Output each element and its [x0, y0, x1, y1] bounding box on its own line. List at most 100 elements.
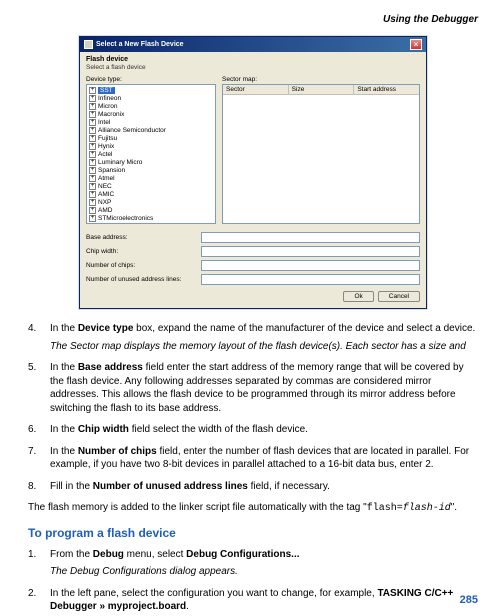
expand-icon[interactable]: +	[89, 95, 96, 102]
unused-lines-input[interactable]	[201, 274, 420, 285]
expand-icon[interactable]: +	[89, 111, 96, 118]
expand-icon[interactable]: +	[89, 135, 96, 142]
tree-item[interactable]: +Luminary Micro	[89, 158, 213, 166]
page-header: Using the Debugger	[28, 14, 478, 25]
chip-width-label: Chip width:	[86, 248, 201, 255]
step-body: In the Device type box, expand the name …	[50, 322, 478, 353]
instruction-step: 5.In the Base address field enter the st…	[28, 361, 478, 415]
tree-item[interactable]: +Macronix	[89, 110, 213, 118]
page-number: 285	[460, 594, 478, 606]
expand-icon[interactable]: +	[89, 119, 96, 126]
tree-item[interactable]: +STMicroelectronics	[89, 214, 213, 222]
unused-lines-label: Number of unused address lines:	[86, 276, 201, 283]
tree-item-label: STMicroelectronics	[98, 215, 153, 222]
step-note: The Sector map displays the memory layou…	[50, 340, 478, 354]
tree-item-label: NXP	[98, 199, 111, 206]
expand-icon[interactable]: +	[89, 207, 96, 214]
flash-tag-paragraph: The flash memory is added to the linker …	[28, 501, 478, 516]
instruction-step: 1.From the Debug menu, select Debug Conf…	[28, 548, 478, 579]
ok-button[interactable]: Ok	[343, 291, 373, 302]
step-number: 4.	[28, 322, 50, 353]
close-icon[interactable]: ×	[410, 39, 422, 50]
expand-icon[interactable]: +	[89, 175, 96, 182]
step-body: In the Chip width field select the width…	[50, 423, 478, 437]
instruction-step: 2.In the left pane, select the configura…	[28, 587, 478, 614]
tree-item-label: Luminary Micro	[98, 159, 142, 166]
expand-icon[interactable]: +	[89, 151, 96, 158]
tree-item[interactable]: +Spansion	[89, 166, 213, 174]
instruction-step: 8.Fill in the Number of unused address l…	[28, 480, 478, 494]
tree-item-label: Alliance Semiconductor	[98, 127, 166, 134]
dialog-title: Select a New Flash Device	[96, 41, 407, 48]
tree-item[interactable]: +AMD	[89, 206, 213, 214]
tree-item[interactable]: +NXP	[89, 198, 213, 206]
step-number: 8.	[28, 480, 50, 494]
expand-icon[interactable]: +	[89, 183, 96, 190]
tree-item-label: Hynix	[98, 143, 114, 150]
expand-icon[interactable]: +	[89, 159, 96, 166]
tree-item-label: Infineon	[98, 95, 121, 102]
expand-icon[interactable]: +	[89, 143, 96, 150]
step-body: In the Base address field enter the star…	[50, 361, 478, 415]
sector-col-size[interactable]: Size	[289, 85, 355, 94]
section-title: Flash device	[86, 56, 420, 63]
num-chips-label: Number of chips:	[86, 262, 201, 269]
base-address-label: Base address:	[86, 234, 201, 241]
instruction-step: 6.In the Chip width field select the wid…	[28, 423, 478, 437]
tree-item[interactable]: +Infineon	[89, 94, 213, 102]
tree-item-label: NEC	[98, 183, 112, 190]
step-body: In the left pane, select the configurati…	[50, 587, 478, 614]
expand-icon[interactable]: +	[89, 199, 96, 206]
device-type-tree[interactable]: +SST+Infineon+Micron+Macronix+Intel+Alli…	[86, 84, 216, 224]
cancel-button[interactable]: Cancel	[378, 291, 420, 302]
expand-icon[interactable]: +	[89, 87, 96, 94]
step-body: From the Debug menu, select Debug Config…	[50, 548, 478, 579]
expand-icon[interactable]: +	[89, 127, 96, 134]
instruction-step: 4.In the Device type box, expand the nam…	[28, 322, 478, 353]
tree-item[interactable]: +AMIC	[89, 190, 213, 198]
sector-col-start[interactable]: Start address	[354, 85, 419, 94]
tree-item-label: Actel	[98, 151, 112, 158]
tree-item-label: Spansion	[98, 167, 125, 174]
sector-map-label: Sector map:	[222, 76, 420, 83]
heading-program-flash: To program a flash device	[28, 526, 478, 540]
tree-item[interactable]: +Fujitsu	[89, 134, 213, 142]
expand-icon[interactable]: +	[89, 103, 96, 110]
app-icon	[84, 40, 93, 49]
step-number: 5.	[28, 361, 50, 415]
step-number: 6.	[28, 423, 50, 437]
tree-item[interactable]: +SST	[89, 86, 213, 94]
step-note: The Debug Configurations dialog appears.	[50, 565, 478, 579]
expand-icon[interactable]: +	[89, 167, 96, 174]
tree-item[interactable]: +Actel	[89, 150, 213, 158]
step-number: 1.	[28, 548, 50, 579]
tree-item[interactable]: +Micron	[89, 102, 213, 110]
tree-item[interactable]: +Intel	[89, 118, 213, 126]
step-body: In the Number of chips field, enter the …	[50, 445, 478, 472]
base-address-input[interactable]	[201, 232, 420, 243]
tree-item-label: Atmel	[98, 175, 115, 182]
step-number: 2.	[28, 587, 50, 614]
tree-item-label: AMIC	[98, 191, 114, 198]
sector-col-sector[interactable]: Sector	[223, 85, 289, 94]
tree-item-label: SST	[98, 87, 115, 94]
tree-item-label: Micron	[98, 103, 118, 110]
titlebar: Select a New Flash Device ×	[80, 37, 426, 52]
tree-item[interactable]: +NEC	[89, 182, 213, 190]
tree-item[interactable]: +Hynix	[89, 142, 213, 150]
chip-width-input[interactable]	[201, 246, 420, 257]
device-type-label: Device type:	[86, 76, 216, 83]
sector-map-table[interactable]: Sector Size Start address	[222, 84, 420, 224]
expand-icon[interactable]: +	[89, 215, 96, 222]
tree-item-label: Fujitsu	[98, 135, 117, 142]
tree-item-label: Macronix	[98, 111, 124, 118]
step-body: Fill in the Number of unused address lin…	[50, 480, 478, 494]
step-number: 7.	[28, 445, 50, 472]
num-chips-input[interactable]	[201, 260, 420, 271]
section-subtitle: Select a flash device	[86, 64, 420, 71]
tree-item[interactable]: +Atmel	[89, 174, 213, 182]
tree-item[interactable]: +Alliance Semiconductor	[89, 126, 213, 134]
expand-icon[interactable]: +	[89, 191, 96, 198]
tree-item-label: AMD	[98, 207, 112, 214]
instruction-step: 7.In the Number of chips field, enter th…	[28, 445, 478, 472]
